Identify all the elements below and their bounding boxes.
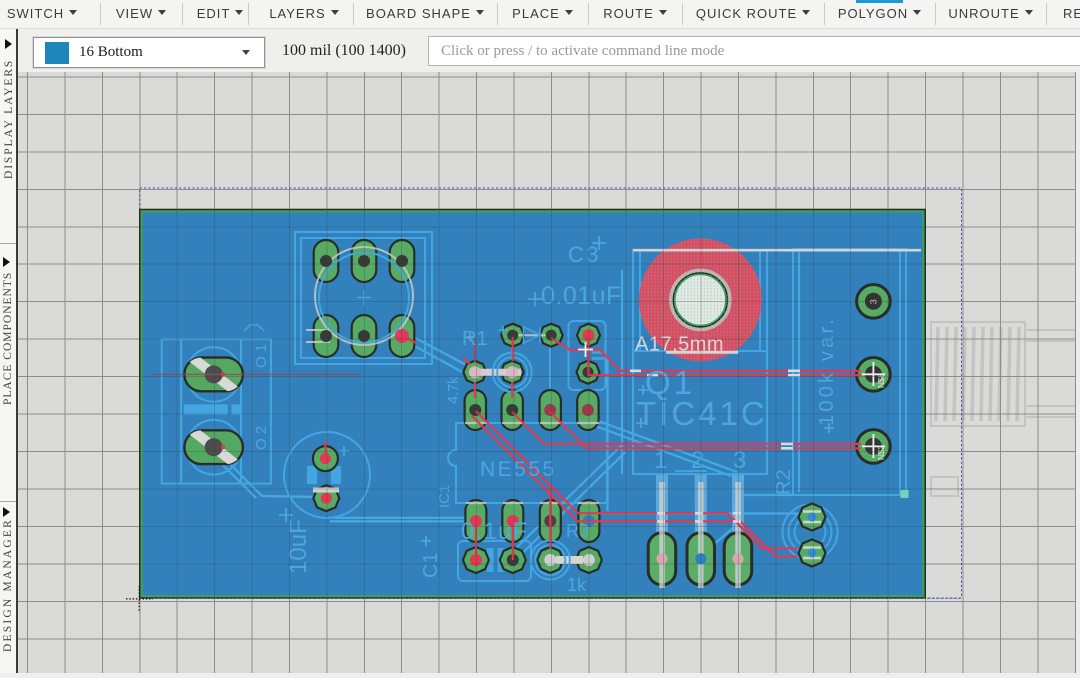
svg-text:N$2: N$2 — [877, 445, 886, 460]
svg-text:NE555: NE555 — [480, 458, 557, 481]
svg-text:C3: C3 — [568, 242, 601, 267]
svg-text:0.1uF: 0.1uF — [461, 518, 528, 545]
svg-text:N$8: N$8 — [877, 373, 886, 388]
svg-text:A17,5mm: A17,5mm — [635, 334, 724, 356]
svg-text:1k: 1k — [567, 575, 587, 595]
svg-text:100k var.: 100k var. — [816, 316, 838, 426]
svg-text:O 2: O 2 — [253, 426, 270, 450]
svg-text:4.7k: 4.7k — [446, 376, 462, 404]
svg-text:R3: R3 — [566, 521, 589, 541]
svg-text:0.01uF: 0.01uF — [541, 282, 622, 310]
svg-text:O 1: O 1 — [253, 344, 270, 368]
